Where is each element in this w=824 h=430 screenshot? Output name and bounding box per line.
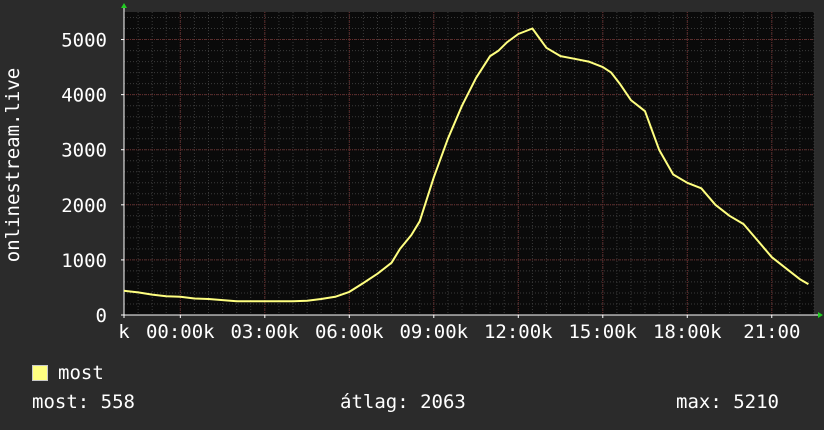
y-tick-label: 2000 — [61, 195, 107, 217]
y-axis-arrow — [121, 3, 127, 8]
plot-background — [124, 12, 814, 315]
stat-maximum: max: 5210 — [676, 391, 779, 413]
x-tick-label: 09:00k — [399, 321, 468, 343]
y-tick-label: 4000 — [61, 85, 107, 107]
stat-current: most: 558 — [32, 391, 135, 413]
x-tick-label: 18:00k — [653, 321, 722, 343]
x-tick-labels: k 00:00k 03:00k 06:00k 09:00k 12:00k 15:00k 18:… — [118, 315, 800, 343]
x-tick-label: 00:00k — [146, 321, 215, 343]
stat-average: átlag: 2063 — [340, 391, 466, 413]
y-tick-label: 5000 — [61, 30, 107, 52]
x-tick-label: 21:00 — [743, 321, 800, 343]
y-tick-label: 1000 — [61, 250, 107, 272]
x-axis-arrow — [818, 312, 823, 318]
x-tick-label: 06:00k — [315, 321, 384, 343]
legend-swatch — [32, 365, 48, 381]
legend-label: most — [58, 362, 104, 384]
y-axis-label: onlinestream.live — [2, 68, 24, 262]
y-tick-label: 0 — [96, 305, 107, 327]
y-tick-labels: 0 1000 2000 3000 4000 5000 — [61, 30, 124, 327]
chart: 0 1000 2000 3000 4000 5000 k 00:00k 03:00k 06:00… — [2, 3, 823, 343]
legend: most — [32, 362, 104, 384]
x-tick-label: 03:00k — [230, 321, 299, 343]
y-tick-label: 3000 — [61, 140, 107, 162]
stats-row: most: 558 átlag: 2063 max: 5210 — [0, 391, 824, 417]
x-tick-label: k — [118, 321, 130, 343]
x-tick-label: 15:00k — [568, 321, 637, 343]
x-tick-label: 12:00k — [484, 321, 553, 343]
